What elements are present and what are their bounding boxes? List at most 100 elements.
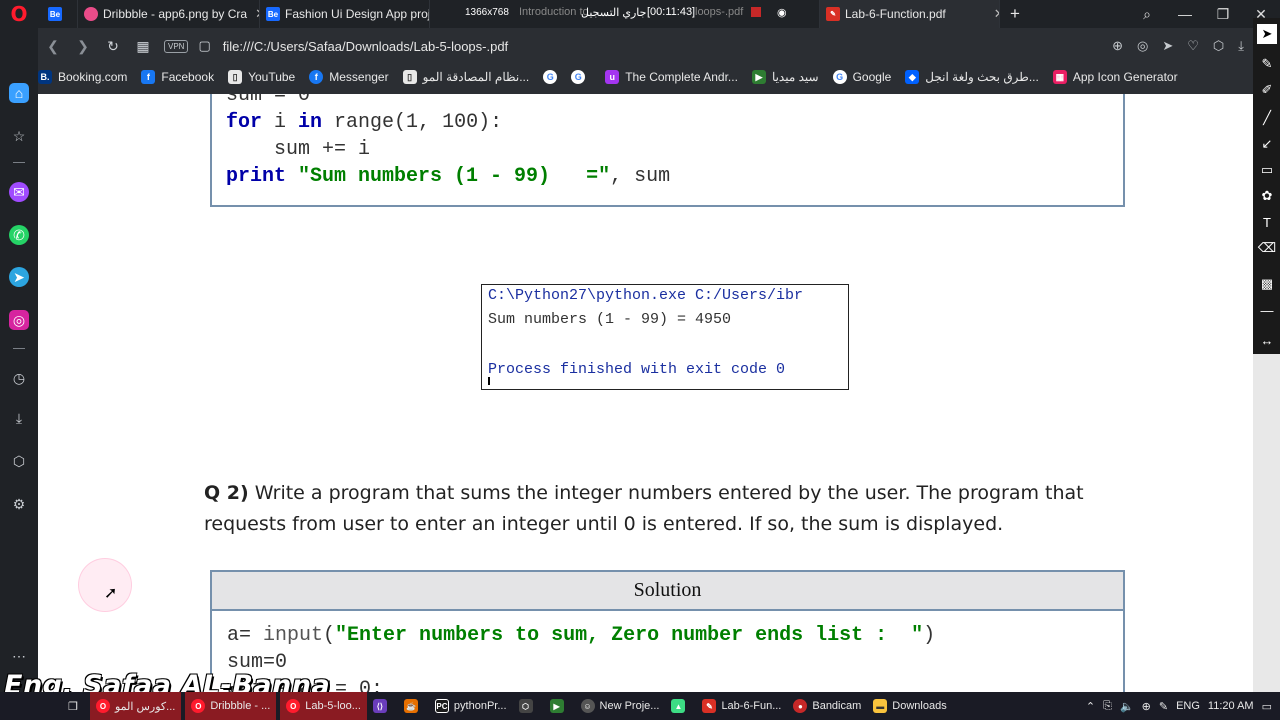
console-line: C:\Python27\python.exe C:/Users/ibr bbox=[488, 287, 804, 304]
taskbar-item[interactable]: ● Bandicam bbox=[787, 692, 867, 720]
camera-icon[interactable]: ◉ bbox=[777, 6, 787, 19]
instagram-icon[interactable]: ◎ bbox=[9, 310, 29, 330]
opera-logo-icon[interactable]: O bbox=[0, 0, 38, 28]
notifications-icon[interactable]: ▭ bbox=[1262, 700, 1272, 713]
extensions-cube-icon[interactable]: ⬡ bbox=[9, 451, 29, 471]
eraser-icon[interactable]: ⌫ bbox=[1257, 238, 1277, 258]
bookmarks-icon[interactable]: ☆ bbox=[9, 126, 29, 146]
bookmark-facebook[interactable]: f Facebook bbox=[141, 70, 214, 84]
snapshot-icon[interactable]: ◎ bbox=[1137, 38, 1148, 54]
bookmark-messenger[interactable]: f Messenger bbox=[309, 70, 389, 84]
taskbar-item[interactable]: ☺ New Proje... bbox=[575, 692, 666, 720]
taskbar: ❐ O كورس المو... O Dribbble - ... O Lab-5-l… bbox=[0, 692, 1280, 720]
google-icon: G bbox=[543, 70, 558, 84]
taskbar-item[interactable]: PC pythonPr... bbox=[429, 692, 513, 720]
new-tab-button[interactable]: + bbox=[1000, 0, 1030, 28]
heart-icon[interactable]: ♡ bbox=[1187, 38, 1199, 54]
play-icon: ▶ bbox=[751, 70, 766, 84]
network-icon[interactable]: ⎘ bbox=[1103, 700, 1112, 713]
tab-dribbble[interactable]: Dribbble - app6.png by Cra ✕ bbox=[78, 0, 260, 28]
vpn-badge[interactable]: VPN bbox=[164, 39, 189, 53]
system-tray: ⌃ ⎘ 🔈 ⊕ ✎ ENG 11:20 AM ▭ bbox=[1086, 692, 1280, 720]
recording-overlay: 1366x768 Introduction to جاري التسجيل [0… bbox=[435, 0, 805, 24]
cursor-tool-icon[interactable]: ➤ bbox=[1257, 24, 1277, 44]
zoom-icon[interactable]: ⊕ bbox=[1112, 38, 1123, 54]
tab-behance-small[interactable]: Be bbox=[38, 0, 78, 28]
palette-icon[interactable]: ✿ bbox=[1257, 186, 1277, 206]
taskbar-item[interactable]: O Dribbble - ... bbox=[185, 692, 277, 720]
stop-icon[interactable] bbox=[751, 7, 761, 17]
taskbar-item[interactable]: O Lab-5-loo... bbox=[280, 692, 367, 720]
bookmark-android-course[interactable]: u The Complete Andr... bbox=[605, 70, 738, 84]
pen-icon[interactable]: ✎ bbox=[1159, 700, 1168, 713]
history-icon[interactable]: ◷ bbox=[9, 368, 29, 388]
annotation-toolbar: ➤ ✎ ✐ ╱ ↙ ▭ ✿ T ⌫ ▩ — ↔ bbox=[1253, 18, 1280, 354]
address-bar: ❮ ❯ ↻ ▦ VPN ▢ file:///C:/Users/Safaa/Dow… bbox=[38, 32, 1254, 60]
cube-icon[interactable]: ⬡ bbox=[513, 692, 544, 720]
messenger-icon[interactable]: ✉ bbox=[9, 182, 29, 202]
volume-icon[interactable]: 🔈 bbox=[1120, 700, 1134, 713]
settings-gear-icon[interactable]: ⚙ bbox=[9, 494, 29, 514]
chevron-up-icon[interactable]: ⌃ bbox=[1086, 700, 1095, 713]
home-icon[interactable]: ⌂ bbox=[9, 83, 29, 103]
android-icon[interactable]: ▲ bbox=[665, 692, 696, 720]
bookmark-google[interactable]: G Google bbox=[832, 70, 891, 84]
code-line: print "Sum numbers (1 - 99) =", sum bbox=[226, 165, 671, 188]
bookmark-google-2[interactable]: G bbox=[571, 70, 591, 84]
marker-tool-icon[interactable]: ✐ bbox=[1257, 80, 1277, 100]
pen-tool-icon[interactable]: ✎ bbox=[1257, 54, 1277, 74]
back-icon[interactable]: ❮ bbox=[38, 38, 68, 55]
bookmark-booking[interactable]: B. Booking.com bbox=[38, 70, 127, 84]
language-indicator[interactable]: ENG bbox=[1176, 700, 1200, 712]
taskbar-item[interactable]: ▬ Downloads bbox=[867, 692, 952, 720]
pdf-viewer[interactable]: sum = 0 for i in range(1, 100): sum += i… bbox=[38, 94, 1253, 692]
cube-icon[interactable]: ⬡ bbox=[1213, 38, 1224, 54]
tab-lab6[interactable]: ✎ Lab-6-Function.pdf ✕ bbox=[820, 0, 1000, 28]
minimize-icon[interactable]: — bbox=[1166, 6, 1204, 22]
arrow-tool-icon[interactable]: ↙ bbox=[1257, 134, 1277, 154]
google-icon: G bbox=[571, 70, 586, 84]
tabs-grid-icon[interactable]: ▦ bbox=[128, 38, 158, 55]
restore-icon[interactable]: ❐ bbox=[1204, 6, 1242, 23]
recording-ghost-tab: loops-.pdf bbox=[695, 6, 744, 18]
google-icon: G bbox=[832, 70, 847, 84]
send-icon[interactable]: ➤ bbox=[1162, 38, 1173, 54]
tab-fashion[interactable]: Be Fashion Ui Design App proj bbox=[260, 0, 430, 28]
download-icon[interactable]: ⤓ bbox=[1238, 38, 1244, 54]
task-view-icon[interactable]: ❐ bbox=[60, 692, 90, 720]
telegram-icon[interactable]: ➤ bbox=[9, 267, 29, 287]
search-icon[interactable]: ⌕ bbox=[1128, 6, 1166, 23]
taskbar-item[interactable]: O كورس المو... bbox=[90, 692, 182, 720]
bookmark-auth-system[interactable]: ▯ نظام المصادقة المو... bbox=[402, 70, 529, 84]
checker-icon[interactable]: ▩ bbox=[1257, 274, 1277, 294]
forward-icon[interactable]: ❯ bbox=[68, 38, 98, 55]
rectangle-tool-icon[interactable]: ▭ bbox=[1257, 160, 1277, 180]
start-icon[interactable] bbox=[0, 692, 60, 720]
java-icon[interactable]: ☕ bbox=[398, 692, 429, 720]
url-field[interactable]: file:///C:/Users/Safaa/Downloads/Lab-5-l… bbox=[223, 39, 508, 54]
expand-icon[interactable]: ↔ bbox=[1257, 330, 1277, 350]
bookmark-youtube[interactable]: ▯ YouTube bbox=[228, 70, 295, 84]
text-tool-icon[interactable]: T bbox=[1257, 212, 1277, 232]
bookmark-app-icon-generator[interactable]: ▦ App Icon Generator bbox=[1052, 70, 1178, 84]
pdf-page: sum = 0 for i in range(1, 100): sum += i… bbox=[50, 94, 1238, 692]
line-tool-icon[interactable]: ╱ bbox=[1257, 108, 1277, 128]
bookmark-english-search[interactable]: ◆ طرق بحث ولغة انجل... bbox=[905, 70, 1039, 84]
taskbar-item[interactable]: ✎ Lab-6-Fun... bbox=[696, 692, 787, 720]
globe-icon[interactable]: ⊕ bbox=[1142, 700, 1151, 713]
reload-icon[interactable]: ↻ bbox=[98, 38, 128, 55]
mouse-pointer-icon: ➚ bbox=[104, 583, 118, 602]
code-line: sum = 0 bbox=[226, 94, 311, 107]
arrow-app-icon[interactable]: ▶ bbox=[544, 692, 575, 720]
downloads-icon[interactable]: ⤓ bbox=[9, 408, 29, 428]
scrollbar-area[interactable] bbox=[1253, 354, 1280, 692]
console-line: Process finished with exit code 0 bbox=[488, 361, 786, 378]
more-icon[interactable]: ⋯ bbox=[9, 646, 29, 666]
vscode-icon[interactable]: ⟨⟩ bbox=[367, 692, 398, 720]
bookmark-seed-media[interactable]: ▶ سيد ميديا bbox=[751, 70, 819, 84]
clock[interactable]: 11:20 AM bbox=[1208, 700, 1254, 712]
recording-status: جاري التسجيل bbox=[581, 6, 647, 19]
thickness-icon[interactable]: — bbox=[1257, 300, 1277, 320]
whatsapp-icon[interactable]: ✆ bbox=[9, 225, 29, 245]
bookmark-google-1[interactable]: G bbox=[543, 70, 563, 84]
